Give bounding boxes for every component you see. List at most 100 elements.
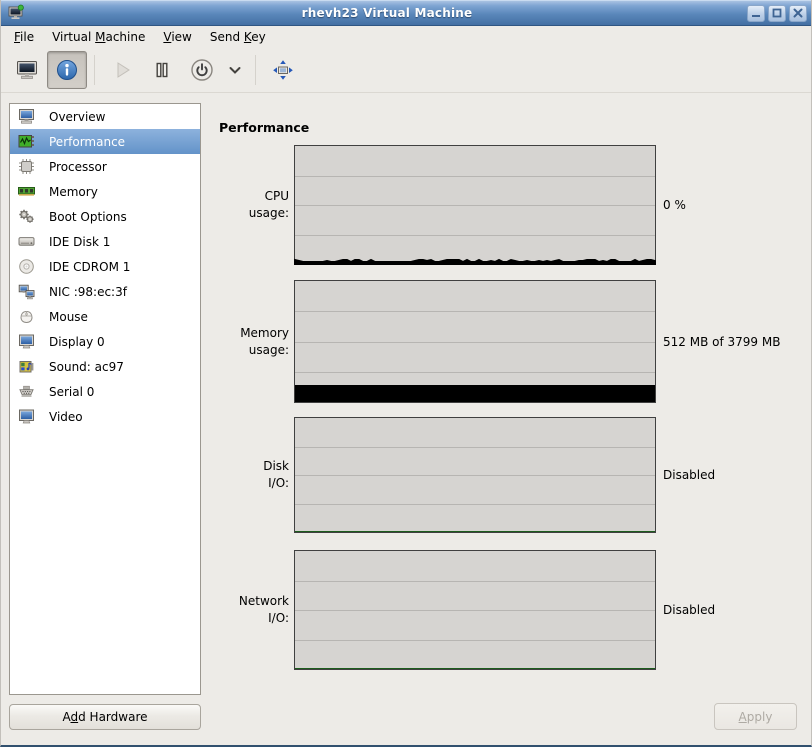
toolbar <box>1 47 811 93</box>
close-button[interactable] <box>789 5 807 22</box>
titlebar[interactable]: rhevh23 Virtual Machine <box>1 0 811 26</box>
memory-icon <box>18 183 35 200</box>
nic-icon <box>18 283 35 300</box>
info-icon <box>55 58 79 82</box>
boot-options-icon <box>18 208 35 225</box>
close-icon <box>793 8 803 18</box>
gridline <box>295 475 655 476</box>
page-title: Performance <box>219 120 309 135</box>
gridline <box>295 610 655 611</box>
cdrom-icon <box>18 258 35 275</box>
menu-file[interactable]: File <box>5 28 43 46</box>
menu-view[interactable]: View <box>154 28 200 46</box>
fullscreen-icon <box>271 58 295 82</box>
sidebar-item-label: Mouse <box>49 310 88 324</box>
add-hardware-button[interactable]: Add Hardware <box>9 704 201 730</box>
sidebar-item-label: NIC :98:ec:3f <box>49 285 127 299</box>
sidebar-item-processor[interactable]: Processor <box>10 154 200 179</box>
gridline <box>295 372 655 373</box>
performance-icon <box>18 133 35 150</box>
zero-line <box>295 531 655 532</box>
menu-virtual-machine[interactable]: Virtual Machine <box>43 28 154 46</box>
serial-icon <box>18 383 35 400</box>
sidebar-item-label: Video <box>49 410 83 424</box>
sidebar-item-display-0[interactable]: Display 0 <box>10 329 200 354</box>
sidebar-item-boot-options[interactable]: Boot Options <box>10 204 200 229</box>
gridline <box>295 342 655 343</box>
gridline <box>295 504 655 505</box>
run-button[interactable] <box>102 51 142 89</box>
sidebar-item-performance[interactable]: Performance <box>10 129 200 154</box>
sidebar-item-ide-cdrom-1[interactable]: IDE CDROM 1 <box>10 254 200 279</box>
shutdown-menu-button[interactable] <box>222 51 248 89</box>
graph-value-network-i-o: Disabled <box>663 602 715 618</box>
pause-button[interactable] <box>142 51 182 89</box>
computer-icon <box>18 108 35 125</box>
play-icon <box>110 58 134 82</box>
sidebar-item-memory[interactable]: Memory <box>10 179 200 204</box>
pause-icon <box>150 58 174 82</box>
minimize-icon <box>751 8 761 18</box>
gridline <box>295 640 655 641</box>
sidebar-item-label: Overview <box>49 110 106 124</box>
graph-value-disk-i-o: Disabled <box>663 467 715 483</box>
graph-label-memory-usage: Memoryusage: <box>201 325 289 359</box>
graph-memory-usage <box>294 280 656 403</box>
sidebar-item-ide-disk-1[interactable]: IDE Disk 1 <box>10 229 200 254</box>
vm-details-window: rhevh23 Virtual Machine File Virtual Mac… <box>0 0 812 747</box>
sidebar-item-label: Sound: ac97 <box>49 360 124 374</box>
graph-label-network-i-o: NetworkI/O: <box>201 593 289 627</box>
console-icon <box>15 58 39 82</box>
graph-disk-i-o <box>294 417 656 533</box>
vm-window-icon <box>7 4 25 22</box>
sidebar-item-nic-98-ec-3f[interactable]: NIC :98:ec:3f <box>10 279 200 304</box>
window-title: rhevh23 Virtual Machine <box>27 6 747 20</box>
sidebar-item-label: Boot Options <box>49 210 127 224</box>
sidebar-item-label: IDE CDROM 1 <box>49 260 130 274</box>
sidebar-item-label: Serial 0 <box>49 385 94 399</box>
menu-send-key[interactable]: Send Key <box>201 28 275 46</box>
gridline <box>295 581 655 582</box>
sidebar-item-video[interactable]: Video <box>10 404 200 429</box>
sidebar-item-mouse[interactable]: Mouse <box>10 304 200 329</box>
minimize-button[interactable] <box>747 5 765 22</box>
graph-value-cpu-usage: 0 % <box>663 197 686 213</box>
chevron-down-icon <box>223 58 247 82</box>
display-icon <box>18 333 35 350</box>
gridline <box>295 311 655 312</box>
shutdown-button[interactable] <box>182 51 222 89</box>
zero-line <box>295 668 655 669</box>
cpu-usage-series <box>295 146 655 264</box>
processor-icon <box>18 158 35 175</box>
sidebar-item-label: Performance <box>49 135 125 149</box>
maximize-button[interactable] <box>768 5 786 22</box>
sidebar-item-sound-ac97[interactable]: Sound: ac97 <box>10 354 200 379</box>
sidebar-item-label: IDE Disk 1 <box>49 235 110 249</box>
memory-usage-series <box>295 385 655 402</box>
sidebar-item-label: Memory <box>49 185 98 199</box>
sound-icon <box>18 358 35 375</box>
menubar: File Virtual Machine View Send Key <box>1 26 811 47</box>
show-details-button[interactable] <box>47 51 87 89</box>
gridline <box>295 447 655 448</box>
sidebar-item-overview[interactable]: Overview <box>10 104 200 129</box>
maximize-icon <box>772 8 782 18</box>
sidebar-item-label: Processor <box>49 160 107 174</box>
power-icon <box>190 58 214 82</box>
toolbar-separator <box>255 55 256 85</box>
video-icon <box>18 408 35 425</box>
fullscreen-button[interactable] <box>263 51 303 89</box>
hardware-list: Overview Performance Processor Memory Boot O… <box>9 103 201 695</box>
disk-icon <box>18 233 35 250</box>
graph-network-i-o <box>294 550 656 670</box>
toolbar-separator <box>94 55 95 85</box>
graph-value-memory-usage: 512 MB of 3799 MB <box>663 334 780 350</box>
sidebar-item-serial-0[interactable]: Serial 0 <box>10 379 200 404</box>
graph-cpu-usage <box>294 145 656 265</box>
show-console-button[interactable] <box>7 51 47 89</box>
apply-button[interactable]: Apply <box>714 703 797 730</box>
graph-label-cpu-usage: CPUusage: <box>201 188 289 222</box>
mouse-icon <box>18 308 35 325</box>
sidebar-item-label: Display 0 <box>49 335 105 349</box>
graph-label-disk-i-o: DiskI/O: <box>201 458 289 492</box>
